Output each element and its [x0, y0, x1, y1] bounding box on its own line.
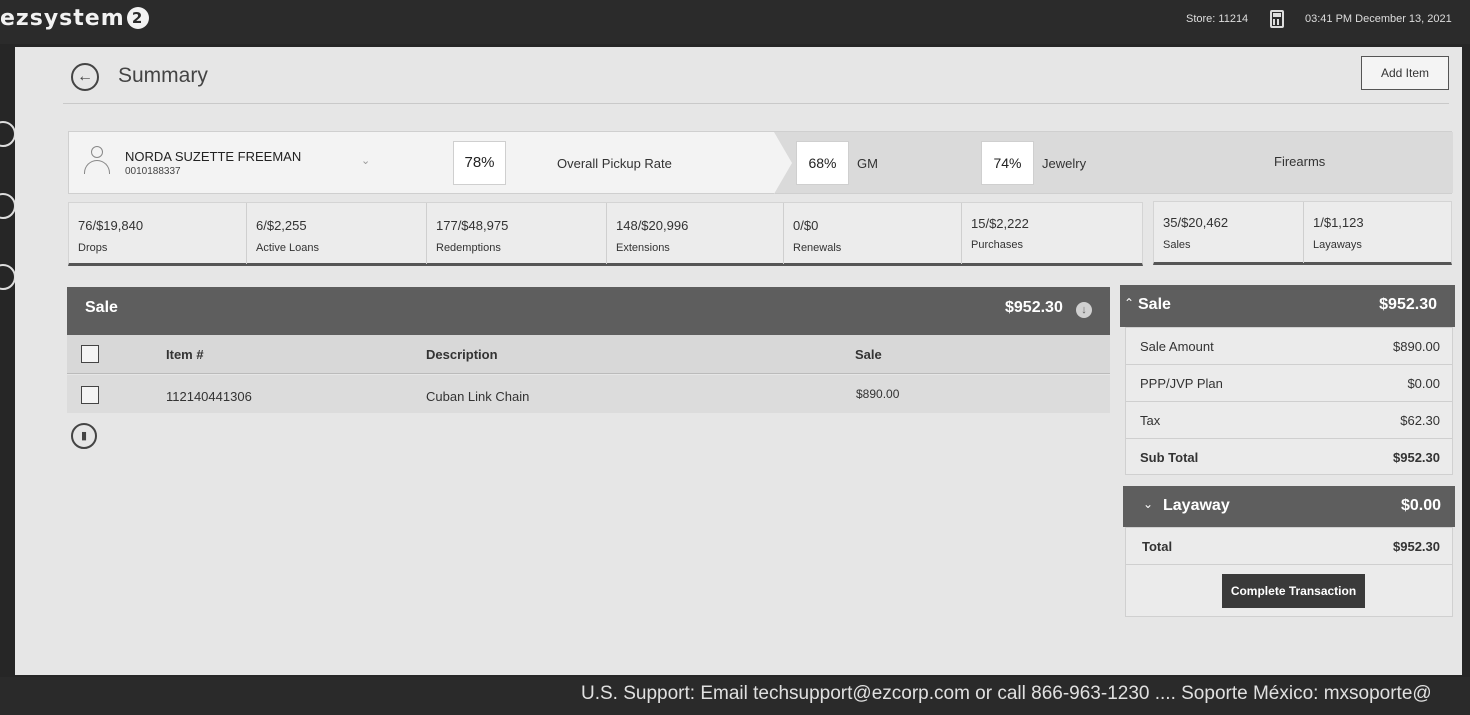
summary-line-subtotal: Sub Total $952.30 [1140, 450, 1440, 465]
gm-rate-label: GM [857, 156, 878, 171]
app-logo: ezsystem 2 [0, 6, 149, 31]
item-sale-price: $890.00 [856, 387, 900, 401]
pickup-rate-value: 78% [453, 141, 506, 185]
register-icon[interactable] [0, 264, 16, 290]
chevron-down-icon: ⌄ [1143, 497, 1154, 511]
column-header-description: Description [426, 347, 498, 362]
main-panel: ← Summary Add Item NORDA SUZETTE FREEMAN… [15, 47, 1462, 675]
layaway-title: Layaway [1163, 497, 1230, 514]
calculator-icon[interactable] [1270, 10, 1284, 28]
firearms-rate-label: Firearms [1274, 154, 1326, 169]
stats-bar: 76/$19,840 Drops 6/$2,255 Active Loans 177… [68, 202, 1143, 266]
column-header-sale: Sale [855, 347, 882, 362]
store-number: Store: 11214 [1186, 13, 1249, 25]
search-icon[interactable] [0, 121, 16, 147]
summary-line-ppp-plan: PPP/JVP Plan $0.00 [1126, 365, 1452, 402]
jewelry-rate-value: 74% [981, 141, 1034, 185]
stat-purchases[interactable]: 15/$2,222 Purchases [962, 203, 1142, 264]
sale-table-header: Sale $952.30 ↓ [67, 287, 1110, 335]
chevron-down-icon[interactable]: ⌄ [361, 154, 370, 167]
top-bar: ezsystem 2 Store: 11214 03:41 PM December… [0, 0, 1470, 44]
download-icon[interactable]: ↓ [1076, 302, 1092, 318]
datetime: 03:41 PM December 13, 2021 [1305, 13, 1452, 25]
stat-drops[interactable]: 76/$19,840 Drops [69, 203, 247, 264]
complete-transaction-button[interactable]: Complete Transaction [1222, 574, 1365, 608]
chevron-up-icon: ⌃ [1124, 296, 1135, 310]
gm-rate-value: 68% [796, 141, 849, 185]
summary-sale-header[interactable]: ⌃ Sale $952.30 [1120, 285, 1455, 327]
back-arrow-icon[interactable]: ← [71, 63, 99, 91]
table-row[interactable]: 112140441306 Cuban Link Chain $890.00 [67, 375, 1110, 413]
pickup-rate-label: Overall Pickup Rate [557, 156, 672, 171]
summary-sale-total: $952.30 [1379, 296, 1437, 313]
trash-icon[interactable]: ▮ [71, 423, 97, 449]
stat-redemptions[interactable]: 177/$48,975 Redemptions [427, 203, 607, 264]
jewelry-rate-label: Jewelry [1042, 156, 1087, 171]
item-description: Cuban Link Chain [426, 389, 530, 404]
total-section: Total $952.30 Complete Transaction [1125, 527, 1453, 617]
support-text: U.S. Support: Email techsupport@ezcorp.c… [581, 683, 1432, 704]
row-checkbox[interactable] [81, 386, 99, 404]
summary-line-sale-amount: Sale Amount $890.00 [1126, 328, 1452, 365]
add-item-button[interactable]: Add Item [1361, 56, 1449, 90]
sale-table-total: $952.30 [1005, 299, 1063, 316]
bag-icon[interactable] [0, 193, 16, 219]
select-all-checkbox[interactable] [81, 345, 99, 363]
summary-sale-title: Sale [1138, 296, 1171, 313]
stat-extensions[interactable]: 148/$20,996 Extensions [607, 203, 784, 264]
stat-renewals[interactable]: 0/$0 Renewals [784, 203, 962, 264]
page-title: Summary [118, 64, 208, 87]
customer-id: 0010188337 [125, 166, 181, 177]
layaway-total: $0.00 [1400, 497, 1441, 514]
stat-active-loans[interactable]: 6/$2,255 Active Loans [247, 203, 427, 264]
customer-bar: NORDA SUZETTE FREEMAN 0010188337 ⌄ 78% O… [68, 131, 1453, 194]
stats-bar-sales: 35/$20,462 Sales 1/$1,123 Layaways [1153, 201, 1452, 265]
layaway-header[interactable]: ⌄ Layaway $0.00 [1123, 486, 1455, 527]
column-header-item: Item # [166, 347, 204, 362]
stat-sales[interactable]: 35/$20,462 Sales [1154, 202, 1304, 263]
chevron-divider [774, 132, 792, 194]
stat-layaways[interactable]: 1/$1,123 Layaways [1304, 202, 1451, 263]
table-header-row: Item # Description Sale [67, 335, 1110, 374]
sale-table-title: Sale [85, 299, 118, 316]
support-footer: U.S. Support: Email techsupport@ezcorp.c… [0, 677, 1470, 715]
total-line: Total $952.30 [1126, 528, 1452, 565]
summary-line-tax: Tax $62.30 [1126, 402, 1452, 439]
item-number: 112140441306 [166, 389, 252, 404]
divider [63, 103, 1449, 104]
summary-sale-body: Sale Amount $890.00 PPP/JVP Plan $0.00 Tax… [1125, 327, 1453, 475]
customer-name[interactable]: NORDA SUZETTE FREEMAN [125, 149, 301, 164]
user-icon [83, 146, 111, 178]
